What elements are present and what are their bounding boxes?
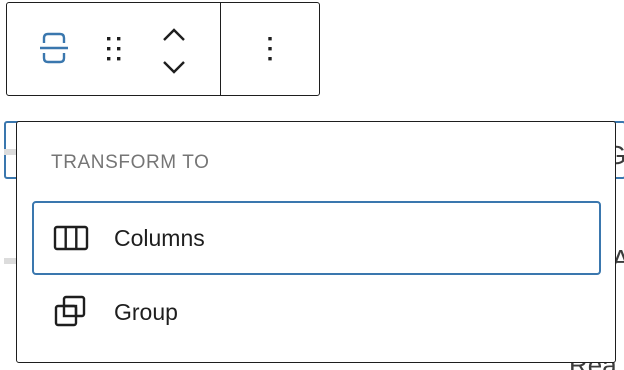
- drag-handle[interactable]: [97, 31, 131, 67]
- columns-icon: [52, 219, 90, 257]
- more-vertical-icon: [268, 37, 272, 61]
- transform-button[interactable]: [35, 28, 73, 68]
- menu-item-columns[interactable]: Columns: [32, 201, 601, 275]
- chevron-down-icon: [163, 61, 185, 74]
- block-transform-icon: [40, 32, 68, 64]
- chevron-up-icon: [163, 28, 185, 41]
- block-toolbar: [6, 2, 320, 96]
- group-icon: [52, 293, 90, 331]
- menu-item-label: Group: [114, 298, 178, 325]
- popover-heading: TRANSFORM TO: [51, 152, 210, 173]
- menu-item-label: Columns: [114, 224, 205, 251]
- transform-popover: TRANSFORM TO Columns Group: [16, 121, 616, 363]
- options-button[interactable]: [253, 31, 287, 67]
- move-up-button[interactable]: [157, 21, 191, 49]
- menu-item-group[interactable]: Group: [32, 275, 601, 349]
- move-down-button[interactable]: [157, 53, 191, 81]
- drag-dots-icon: [107, 37, 121, 61]
